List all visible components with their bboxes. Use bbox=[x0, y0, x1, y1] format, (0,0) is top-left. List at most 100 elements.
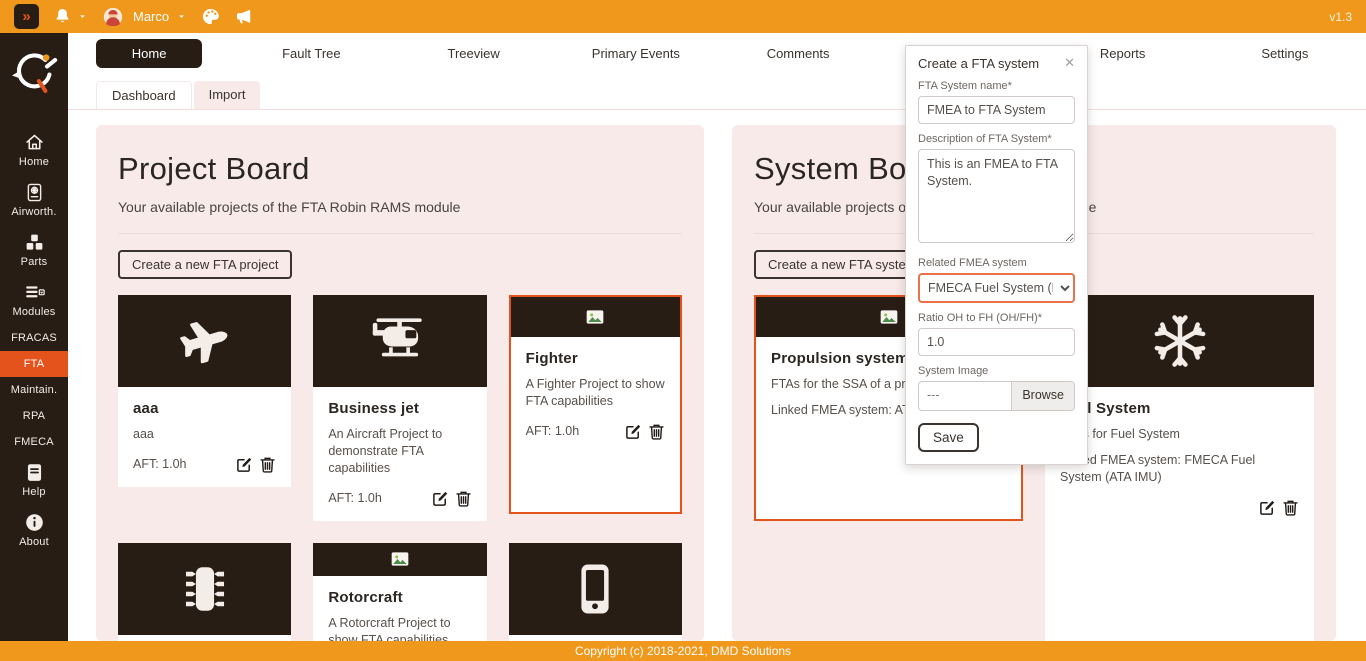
related-fmea-label: Related FMEA system bbox=[918, 257, 1075, 269]
nav-tab[interactable]: Fault Tree bbox=[230, 46, 392, 61]
sidebar-item[interactable]: Home bbox=[0, 125, 68, 175]
card-image bbox=[509, 543, 682, 635]
edit-icon[interactable] bbox=[236, 456, 253, 473]
nav-tab[interactable]: Home bbox=[68, 39, 230, 68]
palette-icon[interactable] bbox=[201, 7, 220, 26]
card-description: A Fighter Project to show FTA capabiliti… bbox=[526, 376, 665, 410]
system-image-label: System Image bbox=[918, 365, 1075, 377]
card-image-icon bbox=[583, 307, 607, 327]
nav-tab[interactable]: Comments bbox=[717, 46, 879, 61]
nav-tab-label: Comments bbox=[767, 46, 830, 61]
save-button[interactable]: Save bbox=[918, 423, 979, 452]
copyright-text: Copyright (c) 2018-2021, DMD Solutions bbox=[575, 644, 791, 658]
project-cards-grid: aaa aaa AFT: 1.0h Busine bbox=[118, 295, 682, 641]
sidebar-item[interactable]: Modules bbox=[0, 275, 68, 325]
trash-icon[interactable] bbox=[259, 456, 276, 473]
edit-icon[interactable] bbox=[625, 423, 642, 440]
nav-tab[interactable]: Settings bbox=[1204, 46, 1366, 61]
sidebar-item-label: Help bbox=[22, 486, 45, 498]
card-image bbox=[313, 543, 486, 576]
card-image bbox=[118, 543, 291, 635]
app-version: v1.3 bbox=[1329, 10, 1352, 24]
sidebar-item-icon bbox=[24, 512, 45, 533]
sidebar-item-label: FTA bbox=[24, 358, 45, 370]
project-card[interactable]: Rotorcraft A Rotorcraft Project to show … bbox=[313, 543, 486, 641]
card-title: Fuel System bbox=[1060, 400, 1299, 417]
project-board-panel: Project Board Your available projects of… bbox=[96, 125, 704, 641]
related-fmea-select[interactable]: FMECA Fuel System (FM bbox=[918, 273, 1075, 303]
system-description-textarea[interactable]: This is an FMEA to FTA System. bbox=[918, 149, 1075, 243]
sidebar-toggle-button[interactable]: » bbox=[14, 4, 39, 29]
nav-tab-label: Treeview bbox=[447, 46, 499, 61]
system-name-input[interactable] bbox=[918, 96, 1075, 124]
card-image-icon bbox=[877, 307, 901, 327]
sub-tab[interactable]: Import bbox=[194, 81, 261, 109]
sidebar-item-label: FMECA bbox=[14, 436, 54, 448]
announcements-button[interactable] bbox=[234, 7, 253, 26]
card-image bbox=[313, 295, 486, 387]
chevron-down-icon bbox=[176, 11, 187, 22]
sidebar-item[interactable]: Parts bbox=[0, 225, 68, 275]
browse-button[interactable]: Browse bbox=[1011, 382, 1074, 410]
card-description: A Rotorcraft Project to show FTA capabil… bbox=[328, 615, 471, 641]
card-description: FTAs for Fuel System bbox=[1060, 426, 1299, 443]
sidebar-item[interactable]: Help bbox=[0, 455, 68, 505]
divider bbox=[118, 233, 682, 234]
sidebar: Home Airworth. Parts Modules FRACAS bbox=[0, 33, 68, 641]
megaphone-icon[interactable] bbox=[234, 7, 253, 26]
card-title: aaa bbox=[133, 400, 276, 417]
system-description-label: Description of FTA System* bbox=[918, 133, 1075, 145]
sidebar-item[interactable]: FTA bbox=[0, 351, 68, 377]
project-card[interactable]: aaa aaa AFT: 1.0h bbox=[118, 295, 291, 487]
sub-tab-label: Import bbox=[209, 87, 246, 102]
trash-icon[interactable] bbox=[1282, 499, 1299, 516]
trash-icon[interactable] bbox=[648, 423, 665, 440]
edit-icon[interactable] bbox=[1259, 499, 1276, 516]
sidebar-item[interactable]: FMECA bbox=[0, 429, 68, 455]
nav-tab[interactable]: Primary Events bbox=[555, 46, 717, 61]
robin-logo bbox=[8, 47, 60, 99]
sidebar-item[interactable]: FRACAS bbox=[0, 325, 68, 351]
divider bbox=[68, 109, 1366, 110]
sub-tab-label: Dashboard bbox=[112, 88, 176, 103]
avatar bbox=[102, 6, 124, 28]
sub-tab[interactable]: Dashboard bbox=[96, 81, 192, 109]
card-linked-fmea: Linked FMEA system: FMECA Fuel System (A… bbox=[1060, 452, 1299, 486]
close-icon[interactable]: ✕ bbox=[1064, 55, 1075, 71]
user-menu[interactable]: Marco bbox=[102, 6, 187, 28]
card-description: aaa bbox=[133, 426, 276, 443]
card-title: Fighter bbox=[526, 350, 665, 367]
card-image-icon bbox=[176, 312, 234, 370]
sidebar-item[interactable]: RPA bbox=[0, 403, 68, 429]
module-nav: Home Fault Tree Treeview Primary Events … bbox=[68, 40, 1366, 67]
project-card[interactable]: Test Project Project bbox=[509, 543, 682, 641]
card-image bbox=[511, 297, 680, 337]
project-board-title: Project Board bbox=[118, 151, 682, 187]
ratio-input[interactable] bbox=[918, 328, 1075, 356]
sidebar-item[interactable]: About bbox=[0, 505, 68, 555]
card-title: Rotorcraft bbox=[328, 589, 471, 606]
bell-icon[interactable] bbox=[53, 7, 72, 26]
sidebar-item-label: RPA bbox=[23, 410, 45, 422]
system-image-file-input[interactable]: --- Browse bbox=[918, 381, 1075, 411]
sidebar-nav: Home Airworth. Parts Modules FRACAS bbox=[0, 125, 68, 555]
sidebar-item-icon bbox=[24, 132, 45, 153]
file-value: --- bbox=[919, 382, 1011, 410]
sidebar-item[interactable]: Maintain. bbox=[0, 377, 68, 403]
notifications-menu[interactable] bbox=[53, 7, 88, 26]
card-image bbox=[118, 295, 291, 387]
project-card[interactable]: Business jet An Aircraft Project to demo… bbox=[313, 295, 486, 521]
project-card[interactable]: FTA Project FTA Project bbox=[118, 543, 291, 641]
nav-tab-label: Home bbox=[96, 39, 203, 68]
create-fta-system-modal: Create a FTA system ✕ FTA System name* D… bbox=[905, 45, 1088, 465]
sidebar-item-label: Modules bbox=[13, 306, 56, 318]
project-card[interactable]: Fighter A Fighter Project to show FTA ca… bbox=[509, 295, 682, 514]
theme-button[interactable] bbox=[201, 7, 220, 26]
edit-icon[interactable] bbox=[432, 490, 449, 507]
create-fta-project-button[interactable]: Create a new FTA project bbox=[118, 250, 292, 279]
sidebar-item-label: Parts bbox=[21, 256, 48, 268]
top-bar: » Marco v1.3 bbox=[0, 0, 1366, 33]
nav-tab[interactable]: Treeview bbox=[393, 46, 555, 61]
trash-icon[interactable] bbox=[455, 490, 472, 507]
sidebar-item[interactable]: Airworth. bbox=[0, 175, 68, 225]
